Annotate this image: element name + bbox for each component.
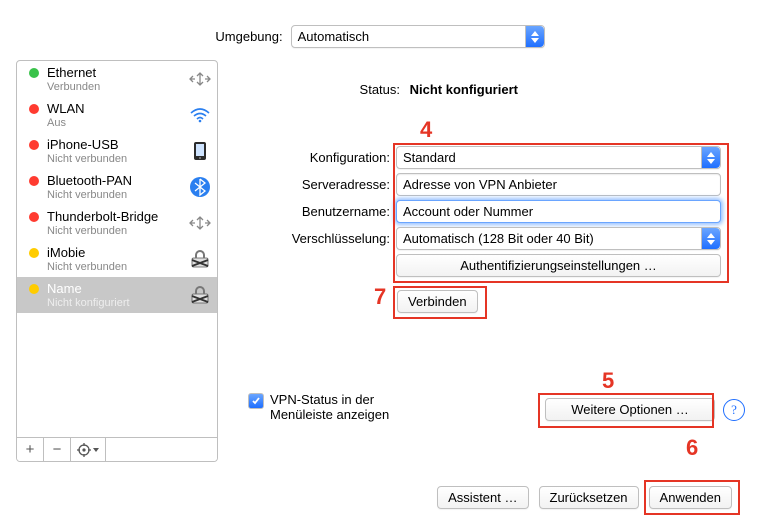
- annotation-number-7: 7: [374, 284, 386, 310]
- status-dot-icon: [29, 212, 39, 222]
- service-status: Nicht konfiguriert: [47, 296, 187, 310]
- sidebar-item-iphone-usb[interactable]: iPhone-USB Nicht verbunden: [17, 133, 217, 169]
- location-label: Umgebung:: [215, 29, 282, 44]
- location-select-value: Automatisch: [292, 29, 525, 44]
- status-row: Status: Nicht konfiguriert: [315, 82, 518, 97]
- chevrons-icon: [701, 147, 720, 168]
- status-dot-icon: [29, 140, 39, 150]
- encryption-select[interactable]: Automatisch (128 Bit oder 40 Bit): [396, 227, 721, 250]
- config-label: Konfiguration:: [255, 150, 396, 165]
- status-label: Status:: [315, 82, 400, 97]
- service-name: Ethernet: [47, 66, 187, 80]
- username-label: Benutzername:: [255, 204, 396, 219]
- service-name: Thunderbolt-Bridge: [47, 210, 187, 224]
- status-dot-icon: [29, 284, 39, 294]
- lock-icon: [187, 286, 213, 304]
- connect-button[interactable]: Verbinden: [397, 290, 478, 313]
- ethernet-icon: [187, 70, 213, 88]
- remove-service-button[interactable]: −: [44, 438, 71, 461]
- lock-icon: [187, 250, 213, 268]
- vpn-status-checkbox-label: VPN-Status in der Menüleiste anzeigen: [270, 392, 389, 422]
- location-row: Umgebung: Automatisch: [0, 25, 760, 48]
- bottom-button-row: Assistent … Zurücksetzen Anwenden: [0, 486, 760, 509]
- service-status: Aus: [47, 116, 187, 130]
- service-name: iPhone-USB: [47, 138, 187, 152]
- chevrons-icon: [525, 26, 544, 47]
- sidebar-toolbar: + −: [17, 437, 217, 461]
- sidebar-item-thunderbolt-bridge[interactable]: Thunderbolt-Bridge Nicht verbunden: [17, 205, 217, 241]
- apply-button[interactable]: Anwenden: [649, 486, 732, 509]
- sidebar-item-name[interactable]: Name Nicht konfiguriert: [17, 277, 217, 313]
- annotation-number-4: 4: [420, 117, 432, 143]
- server-label: Serveradresse:: [255, 177, 396, 192]
- service-name: Bluetooth-PAN: [47, 174, 187, 188]
- status-dot-icon: [29, 68, 39, 78]
- vpn-status-checkbox-row: VPN-Status in der Menüleiste anzeigen: [248, 392, 389, 422]
- encryption-select-value: Automatisch (128 Bit oder 40 Bit): [397, 231, 701, 246]
- service-name: iMobie: [47, 246, 187, 260]
- sidebar-item-imobie[interactable]: iMobie Nicht verbunden: [17, 241, 217, 277]
- status-dot-icon: [29, 104, 39, 114]
- status-dot-icon: [29, 176, 39, 186]
- service-status: Nicht verbunden: [47, 152, 187, 166]
- services-sidebar: Ethernet Verbunden WLAN Aus iPhone-USB N…: [16, 60, 218, 462]
- help-button[interactable]: ?: [723, 399, 745, 421]
- bluetooth-icon: [187, 177, 213, 197]
- ethernet-icon: [187, 214, 213, 232]
- gear-menu-button[interactable]: [71, 438, 106, 461]
- wifi-icon: [187, 106, 213, 124]
- annotation-number-5: 5: [602, 368, 614, 394]
- service-status: Nicht verbunden: [47, 188, 187, 202]
- service-status: Nicht verbunden: [47, 260, 187, 274]
- encryption-label: Verschlüsselung:: [255, 231, 396, 246]
- username-input[interactable]: Account oder Nummer: [396, 200, 721, 223]
- sidebar-item-ethernet[interactable]: Ethernet Verbunden: [17, 61, 217, 97]
- status-value: Nicht konfiguriert: [410, 82, 518, 97]
- service-status: Nicht verbunden: [47, 224, 187, 238]
- chevrons-icon: [701, 228, 720, 249]
- more-options-button[interactable]: Weitere Optionen …: [545, 398, 715, 421]
- sidebar-item-wlan[interactable]: WLAN Aus: [17, 97, 217, 133]
- phone-icon: [187, 141, 213, 161]
- annotation-number-6: 6: [686, 435, 698, 461]
- vpn-config-form: Konfiguration: Standard Serveradresse: A…: [255, 146, 721, 281]
- sidebar-item-bluetooth-pan[interactable]: Bluetooth-PAN Nicht verbunden: [17, 169, 217, 205]
- config-select[interactable]: Standard: [396, 146, 721, 169]
- config-select-value: Standard: [397, 150, 701, 165]
- revert-button[interactable]: Zurücksetzen: [539, 486, 639, 509]
- add-service-button[interactable]: +: [17, 438, 44, 461]
- location-select[interactable]: Automatisch: [291, 25, 545, 48]
- server-address-input[interactable]: Adresse von VPN Anbieter: [396, 173, 721, 196]
- service-status: Verbunden: [47, 80, 187, 94]
- status-dot-icon: [29, 248, 39, 258]
- vpn-status-checkbox[interactable]: [248, 393, 264, 409]
- assistant-button[interactable]: Assistent …: [437, 486, 528, 509]
- service-name: Name: [47, 282, 187, 296]
- service-name: WLAN: [47, 102, 187, 116]
- auth-settings-button[interactable]: Authentifizierungseinstellungen …: [396, 254, 721, 277]
